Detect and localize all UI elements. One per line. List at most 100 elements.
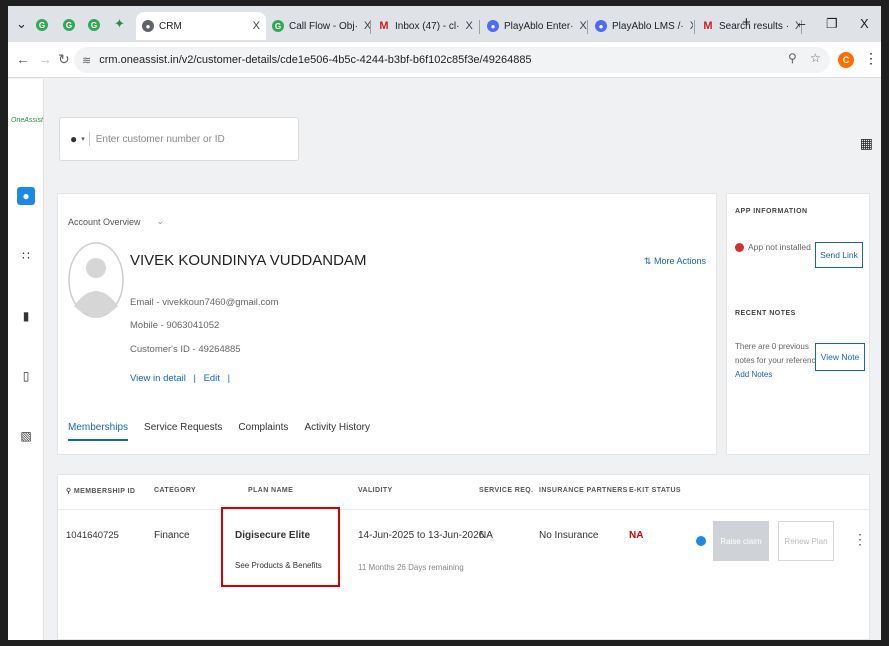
customer-search-input[interactable]: ● ▾ Enter customer number or ID	[59, 117, 299, 161]
add-notes-link[interactable]: Add Notes	[735, 368, 820, 382]
tab-list-dropdown-icon[interactable]: ⌄	[16, 16, 27, 32]
window-close-icon[interactable]: X	[860, 16, 869, 31]
chevron-down-icon: ⌄	[156, 216, 165, 226]
top-search-bar: ● ▾ Enter customer number or ID ▦	[45, 79, 881, 183]
new-tab-icon[interactable]: +	[742, 14, 751, 31]
view-in-detail-link[interactable]: View in detail	[130, 373, 186, 384]
person-icon: ●	[70, 132, 78, 146]
account-overview-header[interactable]: Account Overview ⌄	[68, 216, 164, 227]
pinned-app-icon[interactable]: G	[63, 19, 75, 31]
user-account-icon[interactable]: ▦	[860, 135, 873, 152]
ekit-status-cell: NA	[629, 530, 644, 541]
pinned-app-icon[interactable]: G	[36, 19, 48, 31]
link-divider: |	[227, 373, 231, 384]
tab-service-requests[interactable]: Service Requests	[144, 422, 222, 441]
column-header-plan-name: PLAN NAME	[248, 487, 294, 494]
tab-call-flow[interactable]: G Call Flow - Obj· X	[266, 12, 370, 40]
tab-playablo-lms[interactable]: ● PlayAblo LMS /· X	[589, 12, 693, 40]
menu-kebab-icon[interactable]: ⋮	[864, 50, 878, 67]
account-tabs: Memberships Service Requests Complaints …	[68, 422, 370, 441]
playablo-icon: ●	[595, 20, 607, 32]
chevron-down-icon[interactable]: ▾	[81, 135, 85, 143]
account-overview-label: Account Overview	[68, 216, 141, 227]
row-divider	[58, 509, 869, 510]
close-icon[interactable]: X	[684, 20, 693, 32]
column-header-validity: VALIDITY	[358, 487, 393, 494]
tab-playablo-enterprise[interactable]: ● PlayAblo Enter· X	[481, 12, 587, 40]
column-header-label: MEMBERSHIP ID	[73, 488, 136, 495]
pinned-oneassist-icon[interactable]: ✦	[114, 16, 125, 32]
notes-text: There are 0 previous notes for your refe…	[735, 340, 820, 382]
sort-icon: ⇅	[643, 256, 652, 266]
tab-complaints[interactable]: Complaints	[238, 422, 288, 441]
reload-icon[interactable]: ↻	[58, 51, 70, 68]
restore-icon[interactable]: ❐	[826, 16, 838, 32]
team-nav-icon[interactable]: ∷	[17, 247, 35, 265]
close-icon[interactable]: X	[358, 20, 370, 32]
service-req-cell: NA	[479, 530, 493, 541]
remaining-cell: 11 Months 26 Days remaining	[358, 563, 464, 572]
tab-separator	[694, 20, 695, 34]
customer-mobile: Mobile - 9063041052	[130, 320, 220, 331]
memberships-table: ⚲ MEMBERSHIP ID CATEGORY PLAN NAME VALID…	[57, 474, 870, 640]
edit-link[interactable]: Edit	[204, 373, 220, 384]
pinned-app-icon[interactable]: G	[88, 19, 100, 31]
search-icon: ⚲	[66, 488, 72, 495]
column-header-ekit-status: E-KIT STATUS	[629, 487, 681, 494]
raise-claim-button[interactable]: Raise claim	[713, 521, 769, 561]
green-app-icon: G	[272, 20, 284, 32]
device-nav-icon[interactable]: ▧	[17, 427, 35, 445]
site-info-icon[interactable]: ≋	[82, 54, 91, 67]
forward-icon[interactable]: →	[38, 51, 52, 67]
more-actions-button[interactable]: ⇅ More Actions	[644, 256, 706, 267]
gmail-icon: M	[379, 20, 389, 32]
minimize-icon[interactable]: –	[798, 16, 805, 31]
notes-text-line: notes for your reference	[735, 356, 820, 365]
send-link-button[interactable]: Send Link	[815, 242, 863, 268]
crm-app: OneAssist ● ∷ ▮ ▯ ▧ ● ▾ Enter customer n…	[8, 79, 881, 640]
info-icon[interactable]	[696, 536, 706, 546]
url-text: crm.oneassist.in/v2/customer-details/cde…	[99, 54, 532, 66]
tab-separator	[587, 20, 588, 34]
notes-text-line: There are 0 previous	[735, 342, 809, 351]
warning-icon	[735, 242, 744, 252]
close-icon[interactable]: X	[459, 20, 472, 32]
document-nav-icon[interactable]: ▮	[17, 307, 35, 325]
membership-id-link[interactable]: 1041640725	[66, 530, 119, 541]
bookmark-star-icon[interactable]: ☆	[810, 51, 821, 65]
tab-label: CRM	[159, 20, 182, 32]
view-note-button[interactable]: View Note	[815, 343, 865, 371]
address-bar[interactable]: ≋ crm.oneassist.in/v2/customer-details/c…	[74, 47, 830, 73]
tab-label: PlayAblo Enter·	[504, 20, 574, 32]
tab-label: Search results ·	[719, 20, 790, 32]
customer-nav-icon[interactable]: ●	[17, 187, 35, 205]
clipboard-nav-icon[interactable]: ▯	[17, 367, 35, 385]
column-header-service-req: SERVICE REQ.	[479, 487, 534, 494]
customer-name: VIVEK KOUNDINYA VUDDANDAM	[130, 252, 367, 269]
row-menu-icon[interactable]: ⋮	[853, 531, 867, 548]
app-information-heading: APP INFORMATION	[735, 208, 808, 215]
globe-icon: ●	[142, 20, 154, 32]
tab-inbox[interactable]: M Inbox (47) - cl· X	[372, 12, 478, 40]
tab-memberships[interactable]: Memberships	[68, 422, 129, 441]
close-icon[interactable]: X	[247, 20, 260, 32]
customer-id: Customer's ID - 49264885	[130, 344, 241, 355]
tab-strip: ⌄ G G G ✦ ● CRM X G Call Flow - Obj· X M…	[8, 6, 881, 42]
tab-crm[interactable]: ● CRM X	[136, 12, 266, 40]
tab-label: PlayAblo LMS /·	[612, 20, 684, 32]
renew-plan-button[interactable]: Renew Plan	[778, 521, 834, 561]
tab-label: Call Flow - Obj·	[289, 20, 358, 32]
column-header-category: CATEGORY	[154, 487, 197, 494]
app-status: App not installed	[735, 242, 811, 252]
customer-avatar	[68, 242, 124, 318]
tab-activity-history[interactable]: Activity History	[304, 422, 370, 441]
profile-avatar[interactable]: C	[838, 52, 854, 68]
more-actions-label: More Actions	[653, 256, 706, 266]
column-header-membership-id[interactable]: ⚲ MEMBERSHIP ID	[66, 487, 135, 495]
back-icon[interactable]: ←	[16, 51, 30, 67]
tab-separator	[479, 20, 480, 34]
divider	[88, 132, 90, 146]
zoom-icon[interactable]: ⚲	[788, 51, 797, 65]
close-icon[interactable]: X	[573, 20, 586, 32]
gmail-icon: M	[703, 20, 713, 32]
